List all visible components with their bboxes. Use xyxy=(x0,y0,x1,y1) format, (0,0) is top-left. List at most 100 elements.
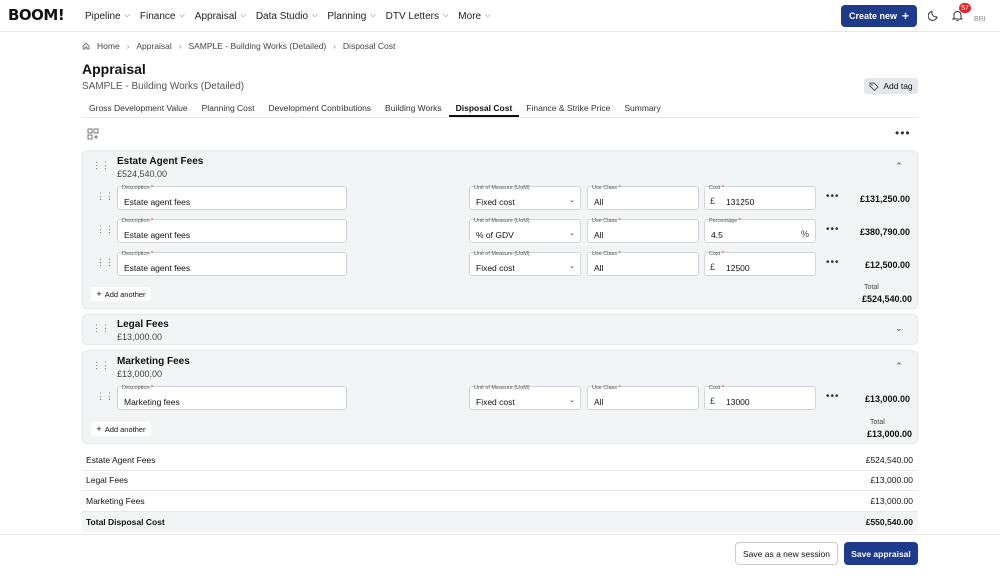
boom-logo[interactable]: BOOM! xyxy=(8,6,65,24)
drag-handle-icon[interactable]: ⋮⋮ xyxy=(96,392,114,401)
nav-dtv-letters[interactable]: DTV Letters ⌵ xyxy=(386,11,449,22)
add-another-button[interactable]: + Add another xyxy=(91,287,151,301)
save-appraisal-button[interactable]: Save appraisal xyxy=(844,542,918,565)
chevron-up-icon[interactable]: ⌃ xyxy=(895,161,903,172)
field-value: 13000 xyxy=(726,397,750,407)
drag-handle-icon[interactable]: ⋮⋮ xyxy=(92,161,110,170)
row-options-icon[interactable]: ••• xyxy=(826,225,840,235)
field-label: Use Class * xyxy=(592,385,621,391)
cost-row: ⋮⋮ Description * Estate agent fees Unit … xyxy=(83,218,919,243)
description-field[interactable]: Description * Marketing fees xyxy=(117,385,347,410)
nav-pipeline[interactable]: Pipeline ⌵ xyxy=(85,11,130,22)
row-amount: £131,250.00 xyxy=(859,194,910,204)
action-footer: Save as a new session Save appraisal xyxy=(0,534,1000,576)
nav-appraisal[interactable]: Appraisal ⌵ xyxy=(195,11,246,22)
breadcrumb-sample[interactable]: SAMPLE - Building Works (Detailed) xyxy=(188,41,326,51)
description-field[interactable]: Description * Estate agent fees xyxy=(117,251,347,276)
add-tag-label: Add tag xyxy=(883,81,913,91)
uom-select[interactable]: Unit of Measure (UoM) Fixed cost ⌄ xyxy=(469,385,581,410)
add-another-button[interactable]: + Add another xyxy=(91,422,151,436)
field-label: Cost * xyxy=(709,185,724,191)
chevron-down-icon: ⌄ xyxy=(569,230,575,237)
field-label: Cost * xyxy=(709,385,724,391)
cost-field[interactable]: Cost * £ 13000 xyxy=(704,385,816,410)
nav-label: More xyxy=(458,10,482,22)
add-tag-button[interactable]: Add tag xyxy=(864,78,918,94)
save-new-session-button[interactable]: Save as a new session xyxy=(735,542,838,565)
field-value: Fixed cost xyxy=(476,263,515,273)
description-field[interactable]: Description * Estate agent fees xyxy=(117,218,347,243)
field-value: All xyxy=(594,197,604,207)
field-label: Unit of Measure (UoM) xyxy=(474,385,530,391)
nav-label: Planning xyxy=(327,10,367,22)
appraisal-tabs: Gross Development Value Planning Cost De… xyxy=(82,99,918,118)
field-label-text: Description xyxy=(122,185,150,191)
percentage-field[interactable]: Percentage * 4.5 % xyxy=(704,218,816,243)
tab-planning-cost[interactable]: Planning Cost xyxy=(195,99,262,117)
chevron-right-icon: › xyxy=(333,41,336,51)
row-options-icon[interactable]: ••• xyxy=(826,192,840,202)
more-options-icon[interactable]: ••• xyxy=(895,127,911,139)
chevron-down-icon: ⌵ xyxy=(312,12,318,19)
tab-building-works[interactable]: Building Works xyxy=(378,99,449,117)
use-class-field[interactable]: Use Class * All xyxy=(587,185,699,210)
cost-field[interactable]: Cost * £ 131250 xyxy=(704,185,816,210)
tab-summary[interactable]: Summary xyxy=(617,99,667,117)
field-label-text: Description xyxy=(122,218,150,224)
summary-row: Estate Agent Fees £524,540.00 xyxy=(82,450,918,471)
page-title: Appraisal xyxy=(82,61,146,77)
tab-disposal-cost[interactable]: Disposal Cost xyxy=(448,99,520,117)
field-label-text: Cost xyxy=(709,385,721,391)
use-class-field[interactable]: Use Class * All xyxy=(587,385,699,410)
create-new-button[interactable]: Create new + xyxy=(841,5,917,27)
breadcrumb: Home › Appraisal › SAMPLE - Building Wor… xyxy=(82,41,395,51)
currency-symbol: £ xyxy=(710,196,716,206)
breadcrumb-home[interactable]: Home xyxy=(97,41,120,51)
chevron-right-icon: › xyxy=(178,41,182,51)
tag-icon xyxy=(869,82,879,91)
disposal-summary-table: Estate Agent Fees £524,540.00 Legal Fees £… xyxy=(82,450,918,532)
add-section-icon[interactable] xyxy=(87,128,99,140)
uom-select[interactable]: Unit of Measure (UoM) Fixed cost ⌄ xyxy=(469,251,581,276)
field-value: Estate agent fees xyxy=(124,263,191,273)
chevron-up-icon[interactable]: ⌃ xyxy=(895,361,903,372)
nav-finance[interactable]: Finance ⌵ xyxy=(140,11,185,22)
chevron-down-icon: ⌵ xyxy=(124,12,130,19)
moon-icon[interactable] xyxy=(928,9,940,21)
drag-handle-icon[interactable]: ⋮⋮ xyxy=(92,361,110,370)
nav-planning[interactable]: Planning ⌵ xyxy=(327,11,375,22)
nav-data-studio[interactable]: Data Studio ⌵ xyxy=(256,11,318,22)
summary-total-row: Total Disposal Cost £550,540.00 xyxy=(82,511,918,532)
field-label: Unit of Measure (UoM) xyxy=(474,185,530,191)
drag-handle-icon[interactable]: ⋮⋮ xyxy=(96,258,114,267)
cost-row: ⋮⋮ Description * Estate agent fees Unit … xyxy=(83,251,919,276)
summary-value: £550,540.00 xyxy=(865,516,913,527)
chevron-down-icon[interactable]: ⌄ xyxy=(895,323,903,334)
tab-gdv[interactable]: Gross Development Value xyxy=(82,99,195,117)
home-icon[interactable] xyxy=(82,42,90,50)
cost-field[interactable]: Cost * £ 12500 xyxy=(704,251,816,276)
summary-label: Estate Agent Fees xyxy=(86,454,156,465)
section-marketing-fees: ⋮⋮ Marketing Fees £13,000.00 ⌃ ⋮⋮ Descri… xyxy=(82,350,918,444)
use-class-field[interactable]: Use Class * All xyxy=(587,251,699,276)
create-new-label: Create new xyxy=(848,11,897,21)
avatar[interactable]: BRI xyxy=(972,8,992,24)
tab-development-contributions[interactable]: Development Contributions xyxy=(262,99,379,117)
field-label: Description * xyxy=(122,218,154,224)
breadcrumb-appraisal[interactable]: Appraisal xyxy=(136,41,171,51)
row-options-icon[interactable]: ••• xyxy=(826,258,840,268)
nav-more[interactable]: More ⌵ xyxy=(458,11,490,22)
description-field[interactable]: Description * Estate agent fees xyxy=(117,185,347,210)
nav-label: Appraisal xyxy=(194,10,237,22)
drag-handle-icon[interactable]: ⋮⋮ xyxy=(96,225,114,234)
uom-select[interactable]: Unit of Measure (UoM) % of GDV ⌄ xyxy=(469,218,581,243)
field-value: Fixed cost xyxy=(476,197,515,207)
total-label: Total xyxy=(864,284,879,291)
drag-handle-icon[interactable]: ⋮⋮ xyxy=(96,192,114,201)
use-class-field[interactable]: Use Class * All xyxy=(587,218,699,243)
drag-handle-icon[interactable]: ⋮⋮ xyxy=(92,324,110,333)
chevron-down-icon: ⌄ xyxy=(569,197,575,204)
tab-finance-strike-price[interactable]: Finance & Strike Price xyxy=(519,99,617,117)
row-options-icon[interactable]: ••• xyxy=(826,392,840,402)
uom-select[interactable]: Unit of Measure (UoM) Fixed cost ⌄ xyxy=(469,185,581,210)
